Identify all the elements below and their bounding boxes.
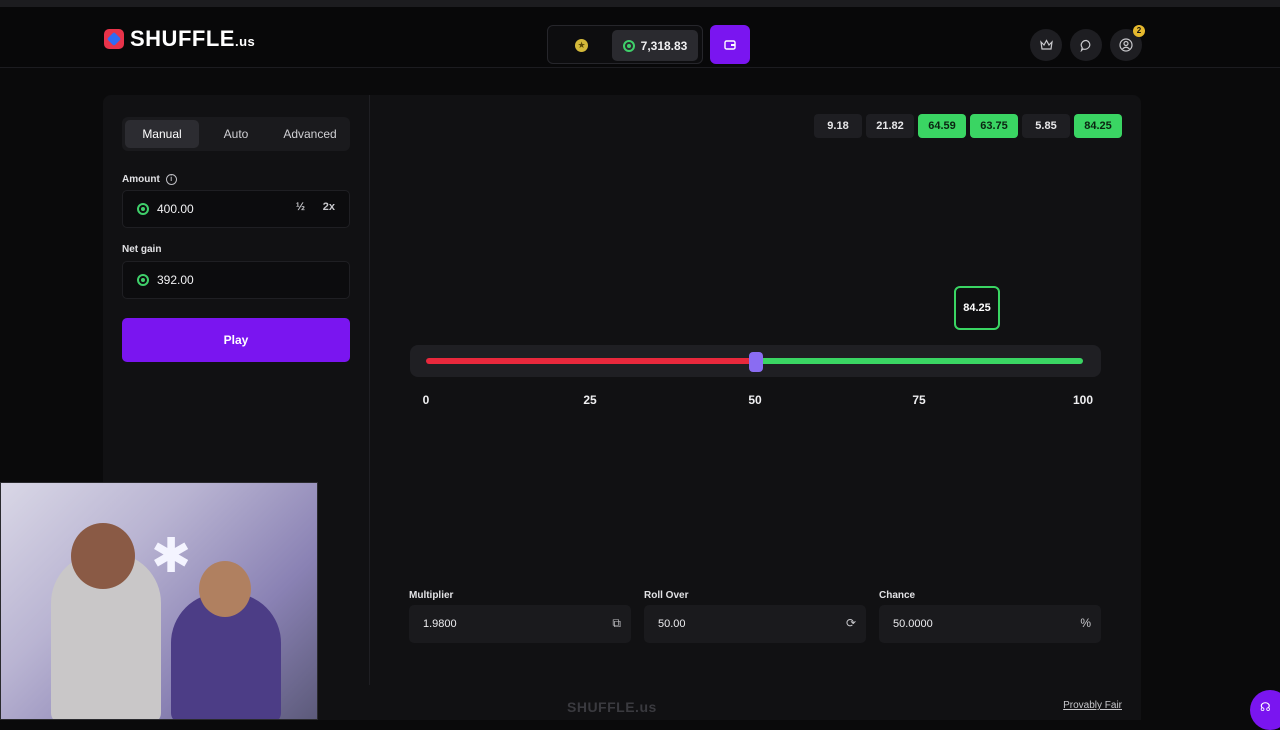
tick-label: 100 (1072, 393, 1094, 407)
history-item[interactable]: 5.85 (1022, 114, 1070, 138)
header: SHUFFLE.us ★ 7,318.83 2 (0, 7, 1280, 68)
streamer-image (71, 523, 135, 589)
wallet-button[interactable] (710, 25, 750, 64)
tab-manual[interactable]: Manual (125, 120, 199, 148)
crown-icon (1039, 39, 1053, 50)
slider-ticks: 0 25 50 75 100 (410, 393, 1101, 409)
net-gain-field: 392.00 (122, 261, 350, 299)
play-button[interactable]: Play (122, 318, 350, 362)
profile-button[interactable]: 2 (1110, 25, 1145, 61)
percent-suffix: % (1080, 616, 1091, 630)
tab-advanced[interactable]: Advanced (273, 120, 347, 148)
currency-icon (137, 274, 149, 286)
win-track (756, 358, 1083, 364)
history-item[interactable]: 84.25 (1074, 114, 1122, 138)
amount-label: Amount i (122, 174, 177, 185)
history-item[interactable]: 63.75 (970, 114, 1018, 138)
logo-icon (104, 29, 124, 49)
amount-input[interactable]: 400.00 ½ 2x (122, 190, 350, 228)
user-icon (1119, 38, 1133, 52)
lose-track (426, 358, 756, 364)
currency-icon (137, 203, 149, 215)
support-button[interactable]: ☊ (1250, 690, 1280, 730)
history-item[interactable]: 9.18 (814, 114, 862, 138)
history-item[interactable]: 21.82 (866, 114, 914, 138)
info-icon[interactable]: i (165, 174, 177, 185)
multiplier-value: 1.9800 (423, 618, 457, 630)
swap-icon[interactable]: ⟳ (846, 616, 856, 630)
roll-history: 9.18 21.82 64.59 63.75 5.85 84.25 (814, 114, 1122, 138)
tick-label: 50 (748, 393, 762, 407)
balance-value: 7,318.83 (640, 38, 688, 53)
webcam-overlay: ✱ (0, 482, 318, 720)
result-marker: 84.25 (954, 286, 1000, 330)
chance-value: 50.0000 (893, 618, 933, 630)
tick-label: 75 (912, 393, 926, 407)
currency-icon (622, 39, 635, 52)
half-button[interactable]: ½ (296, 201, 305, 213)
multiplier-label: Multiplier (409, 590, 454, 601)
history-item[interactable]: 64.59 (918, 114, 966, 138)
tick-label: 0 (422, 393, 430, 407)
streamer-image (199, 561, 251, 617)
double-button[interactable]: 2x (323, 201, 335, 213)
multiplier-icon: ⧉ (612, 616, 621, 630)
dice-slider (410, 345, 1101, 377)
multiplier-input[interactable]: 1.9800 ⧉ (409, 605, 631, 643)
net-gain-value: 392.00 (157, 273, 194, 287)
vip-button[interactable] (1030, 29, 1062, 61)
tick-label: 25 (583, 393, 597, 407)
slider-thumb[interactable] (749, 352, 763, 372)
provably-fair-link[interactable]: Provably Fair (1063, 700, 1122, 711)
wallet-icon (724, 39, 736, 50)
chat-button[interactable] (1070, 29, 1102, 61)
logo[interactable]: SHUFFLE.us (104, 26, 255, 52)
tab-auto[interactable]: Auto (199, 120, 273, 148)
notification-badge: 2 (1133, 25, 1145, 37)
chat-icon (1080, 39, 1090, 52)
roll-over-label: Roll Over (644, 590, 689, 601)
chance-label: Chance (879, 590, 916, 601)
coin-icon[interactable]: ★ (575, 39, 588, 52)
chance-input[interactable]: 50.0000 % (879, 605, 1101, 643)
net-gain-label: Net gain (122, 244, 162, 255)
wallet: ★ 7,318.83 (547, 25, 703, 64)
roll-over-value: 50.00 (658, 618, 686, 630)
footer-logo: SHUFFLE.us (567, 699, 657, 715)
balance-display[interactable]: 7,318.83 (612, 30, 698, 61)
logo-text: SHUFFLE.us (130, 26, 256, 51)
mode-tabs: Manual Auto Advanced (122, 117, 350, 151)
top-strip (0, 0, 1280, 7)
headset-icon: ☊ (1260, 700, 1271, 714)
roll-over-input[interactable]: 50.00 ⟳ (644, 605, 866, 643)
neon-sign-image: ✱ (151, 530, 192, 583)
amount-value: 400.00 (157, 202, 194, 216)
